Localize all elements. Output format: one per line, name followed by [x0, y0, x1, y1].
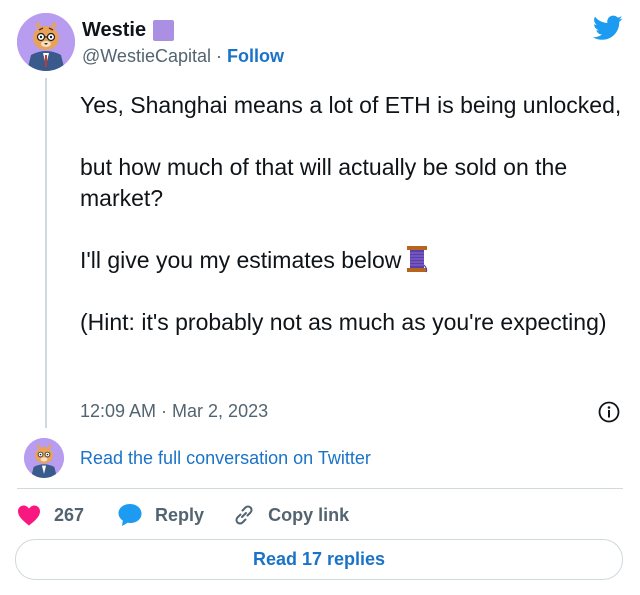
reply-label: Reply	[155, 504, 205, 525]
heart-icon	[18, 505, 40, 526]
tweet-paragraph-text: I'll give you my estimates below	[80, 247, 402, 273]
author-avatar[interactable]	[17, 13, 75, 71]
tweet-paragraph: but how much of that will actually be so…	[80, 154, 568, 211]
author-name[interactable]: Westie	[82, 19, 146, 42]
action-bar: 267 Reply Copy link	[17, 502, 349, 528]
thread-spool-icon	[407, 246, 428, 273]
like-button[interactable]: 267	[17, 504, 84, 526]
handle-row: @WestieCapital · Follow	[82, 46, 284, 67]
viewer-avatar[interactable]	[24, 438, 64, 478]
follow-link[interactable]: Follow	[227, 46, 284, 66]
divider	[17, 488, 623, 489]
link-icon	[235, 505, 253, 525]
copy-link-label: Copy link	[268, 504, 350, 525]
twitter-bird-icon[interactable]	[593, 15, 623, 41]
author-handle[interactable]: @WestieCapital	[82, 46, 211, 66]
read-conversation-link[interactable]: Read the full conversation on Twitter	[80, 448, 371, 469]
handle-separator: ·	[211, 46, 227, 66]
speech-bubble-icon	[118, 504, 142, 526]
tweet-paragraph: Yes, Shanghai means a lot of ETH is bein…	[80, 92, 622, 118]
info-icon[interactable]	[598, 401, 620, 423]
read-replies-button[interactable]: Read 17 replies	[15, 539, 623, 580]
tweet-paragraph: I'll give you my estimates below	[80, 245, 625, 276]
copy-link-button[interactable]: Copy link	[232, 503, 349, 527]
tweet-timestamp[interactable]: 12:09 AM · Mar 2, 2023	[80, 401, 268, 422]
like-count: 267	[54, 504, 85, 525]
purple-square-icon	[153, 20, 175, 41]
reply-button[interactable]: Reply	[117, 503, 204, 527]
thread-line	[45, 78, 47, 428]
tweet-paragraph: (Hint: it's probably not as much as you'…	[80, 309, 607, 335]
author-name-row[interactable]: Westie	[82, 19, 175, 42]
tweet-text: Yes, Shanghai means a lot of ETH is bein…	[80, 90, 625, 338]
